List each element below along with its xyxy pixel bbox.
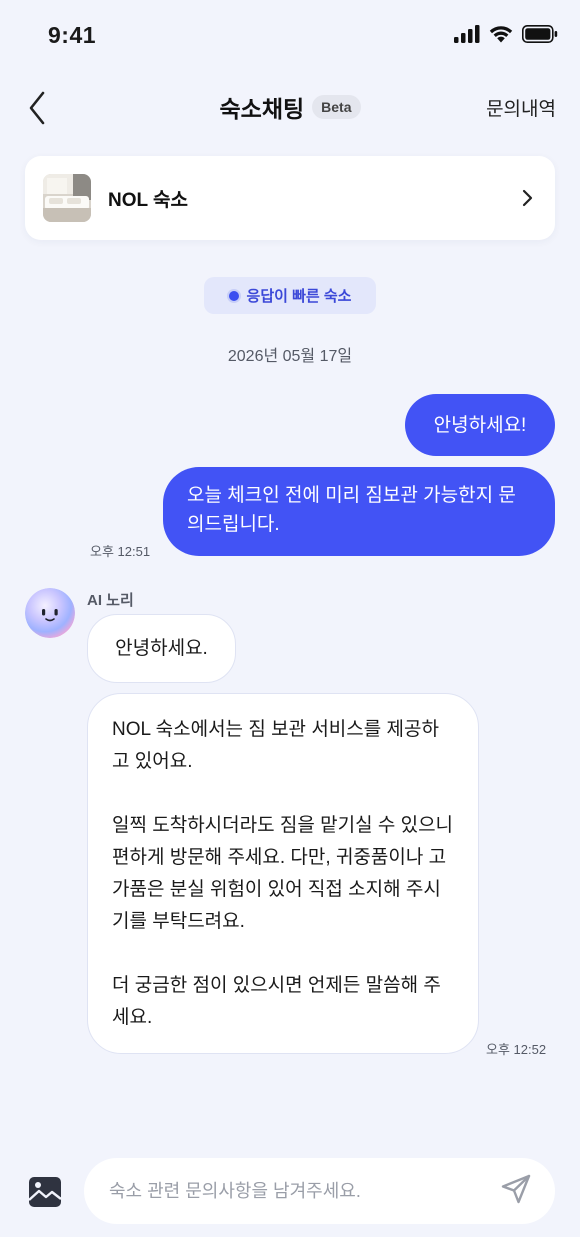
- user-message: 안녕하세요!: [405, 394, 555, 456]
- message-timestamp: 오후 12:51: [90, 544, 151, 559]
- send-button[interactable]: [499, 1174, 533, 1208]
- back-button[interactable]: [22, 90, 52, 130]
- wifi-icon: [488, 24, 514, 48]
- status-icons: [454, 24, 558, 48]
- signal-icon: [454, 24, 480, 48]
- hotel-name: NOL 숙소: [108, 189, 189, 211]
- fast-response-label: 응답이 빠른 숙소: [246, 288, 352, 305]
- ai-avatar: [25, 588, 75, 638]
- ai-message-paragraph: 더 궁금한 점이 있으시면 언제든 말씀해 주세요.: [112, 975, 441, 1028]
- header: 숙소채팅 Beta 문의내역: [0, 80, 580, 136]
- user-message: 오늘 체크인 전에 미리 짐보관 가능한지 문의드립니다.: [163, 467, 555, 556]
- message-input[interactable]: [109, 1180, 499, 1202]
- image-attach-button[interactable]: [27, 1174, 63, 1210]
- send-icon: [500, 1173, 532, 1210]
- date-separator: 2026년 05월 17일: [227, 348, 353, 365]
- ai-name: AI 노리: [87, 592, 134, 609]
- chevron-left-icon: [28, 91, 46, 130]
- ai-message-paragraph: 일찍 도착하시더라도 짐을 맡기실 수 있으니 편하게 방문해 주세요. 다만,…: [112, 815, 454, 932]
- hotel-thumbnail: [43, 174, 91, 222]
- status-bar: 9:41: [0, 0, 580, 70]
- inquiry-history-link[interactable]: 문의내역: [486, 94, 556, 121]
- page-title: 숙소채팅: [219, 96, 305, 122]
- message-timestamp: 오후 12:52: [486, 1042, 547, 1057]
- message-input-box: [84, 1158, 555, 1224]
- hotel-card[interactable]: NOL 숙소: [25, 156, 555, 240]
- ai-message: NOL 숙소에서는 짐 보관 서비스를 제공하고 있어요. 일찍 도착하시더라도…: [87, 693, 479, 1054]
- status-time: 9:41: [48, 22, 97, 48]
- fast-response-badge: 응답이 빠른 숙소: [204, 277, 376, 314]
- status-dot-icon: [228, 290, 239, 301]
- battery-icon: [522, 24, 558, 48]
- ai-message-paragraph: NOL 숙소에서는 짐 보관 서비스를 제공하고 있어요.: [112, 719, 439, 772]
- chevron-right-icon: [517, 189, 537, 207]
- image-icon: [27, 1177, 63, 1214]
- beta-badge: Beta: [312, 95, 361, 119]
- ai-message: 안녕하세요.: [87, 614, 236, 683]
